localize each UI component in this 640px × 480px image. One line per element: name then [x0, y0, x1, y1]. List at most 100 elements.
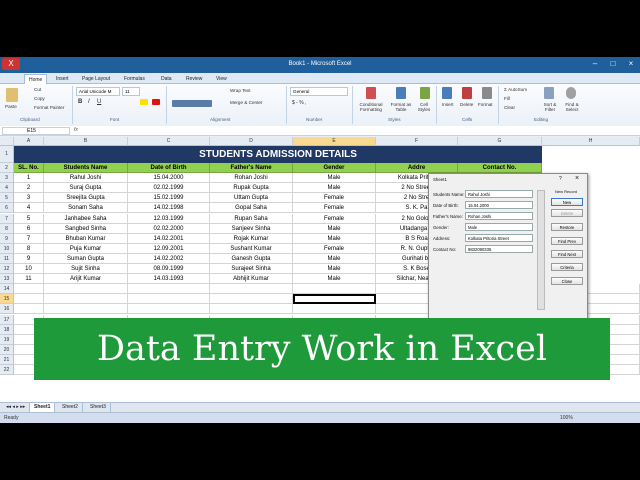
table-cell[interactable]: Sujit Sinha — [44, 264, 128, 275]
table-cell[interactable]: Sushant Kumar — [210, 243, 293, 254]
close-button[interactable]: Close — [551, 277, 583, 285]
tab-review[interactable]: Review — [182, 74, 206, 84]
tab-page-layout[interactable]: Page Layout — [78, 74, 114, 84]
table-cell[interactable]: Male — [293, 233, 376, 244]
column-header[interactable]: E — [293, 137, 376, 146]
find-select-button[interactable]: Find & Select — [562, 102, 582, 112]
sheet-title[interactable]: STUDENTS ADMISSION DETAILS — [14, 146, 542, 163]
table-cell[interactable]: Bhuban Kumar — [44, 233, 128, 244]
row-header[interactable]: 4 — [0, 183, 14, 194]
conditional-formatting-icon[interactable] — [366, 87, 376, 99]
table-cell[interactable]: Surajeet Sinha — [210, 264, 293, 275]
minimize-icon[interactable]: – — [586, 58, 604, 70]
format-painter-button[interactable]: Format Painter — [34, 105, 64, 110]
merge-center-button[interactable]: Merge & Center — [230, 100, 262, 105]
table-cell[interactable]: Female — [293, 213, 376, 224]
column-heading-cell[interactable]: SL. No. — [14, 163, 44, 174]
copy-button[interactable]: Copy — [34, 96, 45, 101]
align-buttons-icon[interactable] — [172, 100, 212, 107]
delete-cells-button[interactable]: Delete — [460, 102, 473, 107]
number-format-select[interactable]: General — [290, 87, 348, 96]
table-cell[interactable]: 11 — [14, 274, 44, 285]
tab-data[interactable]: Data — [157, 74, 176, 84]
find-prev-button[interactable]: Find Prev — [551, 237, 583, 245]
table-cell[interactable]: 12.03.1999 — [128, 213, 210, 224]
table-cell[interactable]: 02.02.2000 — [128, 223, 210, 234]
table-cell[interactable]: 8 — [14, 243, 44, 254]
table-cell[interactable]: Male — [293, 223, 376, 234]
table-cell[interactable]: Male — [293, 264, 376, 275]
table-cell[interactable]: 02.02.1999 — [128, 183, 210, 194]
column-header[interactable]: H — [542, 137, 640, 146]
wrap-text-button[interactable]: Wrap Text — [230, 88, 251, 93]
column-header[interactable]: B — [44, 137, 128, 146]
table-cell[interactable]: Abhijit Kumar — [210, 274, 293, 285]
format-cells-button[interactable]: Format — [478, 102, 493, 107]
fathers-name-field[interactable]: Rohan Joshi — [465, 212, 533, 220]
row-header[interactable]: 15 — [0, 294, 14, 305]
table-cell[interactable]: Sonam Saha — [44, 203, 128, 214]
column-heading-cell[interactable]: Addre — [376, 163, 458, 174]
insert-cells-icon[interactable] — [442, 87, 452, 99]
table-cell[interactable]: Male — [293, 253, 376, 264]
empty-cell[interactable] — [14, 284, 44, 295]
cut-button[interactable]: Cut — [34, 87, 41, 92]
fill-color-icon[interactable] — [140, 99, 148, 105]
tab-home[interactable]: Home — [24, 74, 48, 84]
table-cell[interactable]: 14.02.2002 — [128, 253, 210, 264]
currency-icon[interactable]: $ - % , — [292, 100, 306, 106]
tab-formulas[interactable]: Formulas — [120, 74, 149, 84]
empty-cell[interactable] — [44, 304, 128, 315]
close-icon[interactable]: × — [622, 58, 640, 70]
font-color-icon[interactable] — [152, 99, 160, 105]
column-header[interactable]: D — [210, 137, 293, 146]
underline-icon[interactable]: U — [97, 99, 101, 105]
empty-cell[interactable] — [14, 304, 44, 315]
date-of-birth-field[interactable]: 15.04.2000 — [465, 201, 533, 209]
find-select-icon[interactable] — [566, 87, 576, 99]
table-cell[interactable]: Female — [293, 203, 376, 214]
empty-cell[interactable] — [210, 294, 293, 305]
gender-field[interactable]: Male — [465, 223, 533, 231]
column-header[interactable]: G — [458, 137, 542, 146]
row-header[interactable]: 16 — [0, 304, 14, 315]
table-cell[interactable]: Male — [293, 274, 376, 285]
select-all-corner[interactable] — [0, 137, 14, 146]
paste-icon[interactable] — [6, 88, 18, 102]
row-header[interactable]: 21 — [0, 354, 14, 365]
row-header[interactable]: 2 — [0, 163, 14, 174]
column-heading-cell[interactable]: Date of Birth — [128, 163, 210, 174]
table-cell[interactable]: 5 — [14, 213, 44, 224]
empty-cell[interactable] — [128, 284, 210, 295]
tab-view[interactable]: View — [212, 74, 231, 84]
table-cell[interactable]: Suman Gupta — [44, 253, 128, 264]
find-next-button[interactable]: Find Next — [551, 250, 583, 258]
autosum-button[interactable]: Σ AutoSum — [504, 87, 527, 92]
row-header[interactable]: 22 — [0, 365, 14, 376]
empty-cell[interactable] — [293, 304, 376, 315]
row-header[interactable]: 10 — [0, 243, 14, 254]
font-size-select[interactable]: 11 — [122, 87, 140, 96]
sheet-tab-3[interactable]: Sheet3 — [86, 403, 111, 412]
bold-icon[interactable]: B — [78, 99, 82, 105]
row-header[interactable]: 11 — [0, 253, 14, 264]
row-header[interactable]: 3 — [0, 173, 14, 184]
table-cell[interactable]: 14.03.1993 — [128, 274, 210, 285]
format-cells-icon[interactable] — [482, 87, 492, 99]
students-name-field[interactable]: Rahul Joshi — [465, 190, 533, 198]
active-cell[interactable] — [293, 294, 376, 305]
table-cell[interactable]: Female — [293, 243, 376, 254]
insert-cells-button[interactable]: Insert — [442, 102, 454, 107]
table-cell[interactable]: Rupan Saha — [210, 213, 293, 224]
fx-icon[interactable]: fx — [74, 127, 78, 133]
cell-styles-icon[interactable] — [420, 87, 430, 99]
table-cell[interactable]: Rohan Joshi — [210, 173, 293, 184]
table-cell[interactable]: Sanjeev Sinha — [210, 223, 293, 234]
excel-logo-icon[interactable]: X — [2, 58, 20, 70]
table-cell[interactable]: 15.02.1999 — [128, 193, 210, 204]
font-name-select[interactable]: Arial Unicode M — [76, 87, 120, 96]
row-header[interactable]: 7 — [0, 213, 14, 224]
dialog-close-icon[interactable]: × — [575, 175, 579, 182]
new-button[interactable]: New — [551, 198, 583, 206]
fill-button[interactable]: Fill — [504, 96, 510, 101]
